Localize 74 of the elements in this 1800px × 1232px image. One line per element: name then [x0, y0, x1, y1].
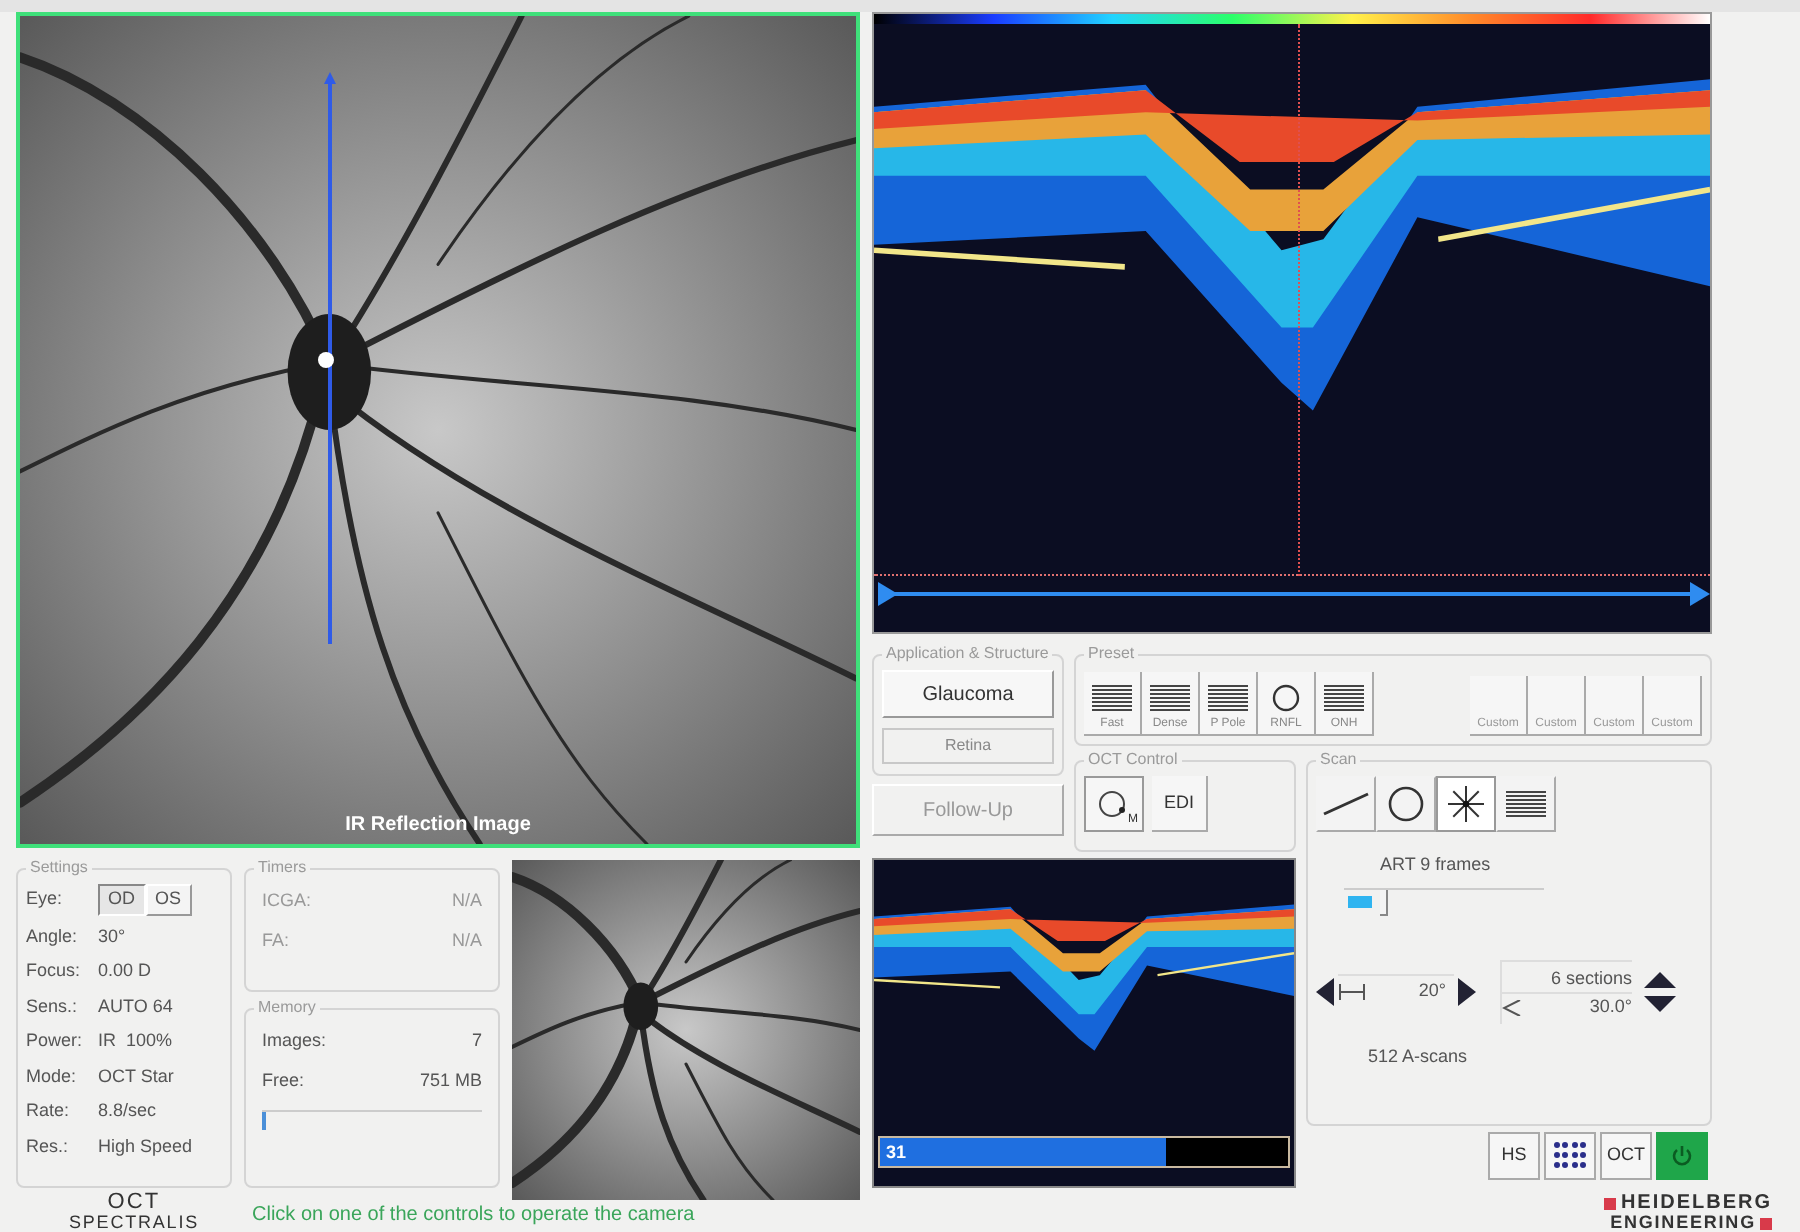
field-label: ICGA: — [262, 888, 312, 914]
scan-pattern-button[interactable] — [1376, 776, 1436, 832]
field-value: 8.8/sec — [98, 1098, 157, 1124]
increase-sections-button[interactable] — [1644, 971, 1676, 987]
field-value: N/A — [451, 927, 482, 953]
raster-lines-icon — [1092, 684, 1132, 712]
eye-toggle[interactable]: OS — [145, 884, 192, 915]
field-value: 0.00 D — [98, 958, 152, 984]
art-frames-label: ART 9 frames — [1380, 852, 1493, 878]
scan-width-value: 20° — [1418, 978, 1448, 1005]
slider-thumb[interactable] — [1380, 889, 1388, 915]
status-message: Click on one of the controls to operate the camera — [252, 1202, 695, 1230]
field-label: Mode: — [26, 1063, 79, 1089]
field-value: IR 100% — [98, 1028, 173, 1054]
group-title: Scan — [1318, 752, 1359, 768]
circle-icon — [1388, 786, 1424, 822]
frame-count: 31 — [886, 1140, 907, 1166]
oct-preview[interactable]: 31 — [872, 858, 1296, 1188]
field-label: Angle: — [26, 923, 80, 950]
toolbar-button[interactable]: HS — [1488, 1132, 1540, 1180]
decrease-sections-button[interactable] — [1644, 995, 1676, 1011]
raster-lines-icon — [1506, 790, 1546, 818]
field-label: Power: — [26, 1028, 85, 1054]
star-lines-icon — [1446, 784, 1486, 824]
field-label: Res.: — [26, 1133, 71, 1159]
sections-value: 6 sections — [1502, 959, 1632, 991]
eye-circle-icon — [1098, 788, 1130, 820]
a-scans-label: 512 A-scans — [1368, 1043, 1470, 1069]
raster-lines-icon — [1208, 684, 1248, 712]
field-value: N/A — [451, 888, 482, 914]
scan-line-marker[interactable] — [324, 72, 336, 644]
toolbar-button[interactable]: OCT — [1600, 1132, 1652, 1180]
power-icon — [1670, 1144, 1694, 1168]
scan-pattern-button[interactable] — [1496, 776, 1556, 832]
image-caption: IR Reflection Image — [343, 812, 533, 840]
application-dropdown[interactable]: Glaucoma — [882, 670, 1054, 718]
group-title: Timers — [256, 860, 309, 876]
brand-logo: HEIDELBERG ENGINEERING — [1604, 1194, 1772, 1232]
field-label: FA: — [262, 927, 290, 953]
eye-toggle[interactable]: OD — [98, 884, 145, 915]
raster-lines-icon — [1150, 684, 1190, 712]
field-value: AUTO 64 — [98, 993, 173, 1019]
scan-pattern-button[interactable] — [1436, 776, 1496, 832]
product-logo: OCT SPECTRALIS — [66, 1192, 202, 1232]
field-value: 7 — [471, 1028, 482, 1054]
group-title: OCT Control — [1086, 752, 1180, 768]
ir-reflection-image[interactable]: IR Reflection Image — [16, 12, 860, 848]
field-label: Rate: — [26, 1098, 72, 1124]
group-title: Preset — [1086, 646, 1137, 662]
field-label: Focus: — [26, 958, 83, 984]
field-label: Eye: — [26, 886, 65, 912]
edi-button[interactable]: EDI — [1152, 776, 1208, 832]
width-span-icon — [1338, 984, 1366, 1000]
field-label: Free: — [262, 1067, 305, 1093]
field-value: OCT Star — [98, 1063, 174, 1089]
field-label: Images: — [262, 1028, 327, 1054]
angle-value: 30.0° — [1589, 994, 1632, 1021]
angle-icon — [1502, 1000, 1522, 1016]
group-title: Settings — [28, 860, 90, 876]
field-value: 751 MB — [419, 1067, 482, 1093]
raster-lines-icon — [1324, 684, 1364, 712]
power-button[interactable] — [1656, 1132, 1708, 1180]
field-value: 30° — [98, 923, 126, 949]
group-title: Application & Structure — [884, 646, 1051, 662]
grid-dots-button[interactable] — [1544, 1132, 1596, 1180]
field-label: Sens.: — [26, 993, 80, 1019]
increase-width-button[interactable] — [1458, 977, 1476, 1005]
group-title: Memory — [256, 1000, 318, 1016]
field-value: High Speed — [98, 1133, 193, 1160]
circle-icon — [1272, 684, 1300, 712]
art-slider[interactable] — [1344, 887, 1544, 915]
decrease-width-button[interactable] — [1316, 977, 1334, 1005]
line-icon — [1322, 792, 1370, 816]
structure-button[interactable]: Retina — [882, 728, 1054, 764]
